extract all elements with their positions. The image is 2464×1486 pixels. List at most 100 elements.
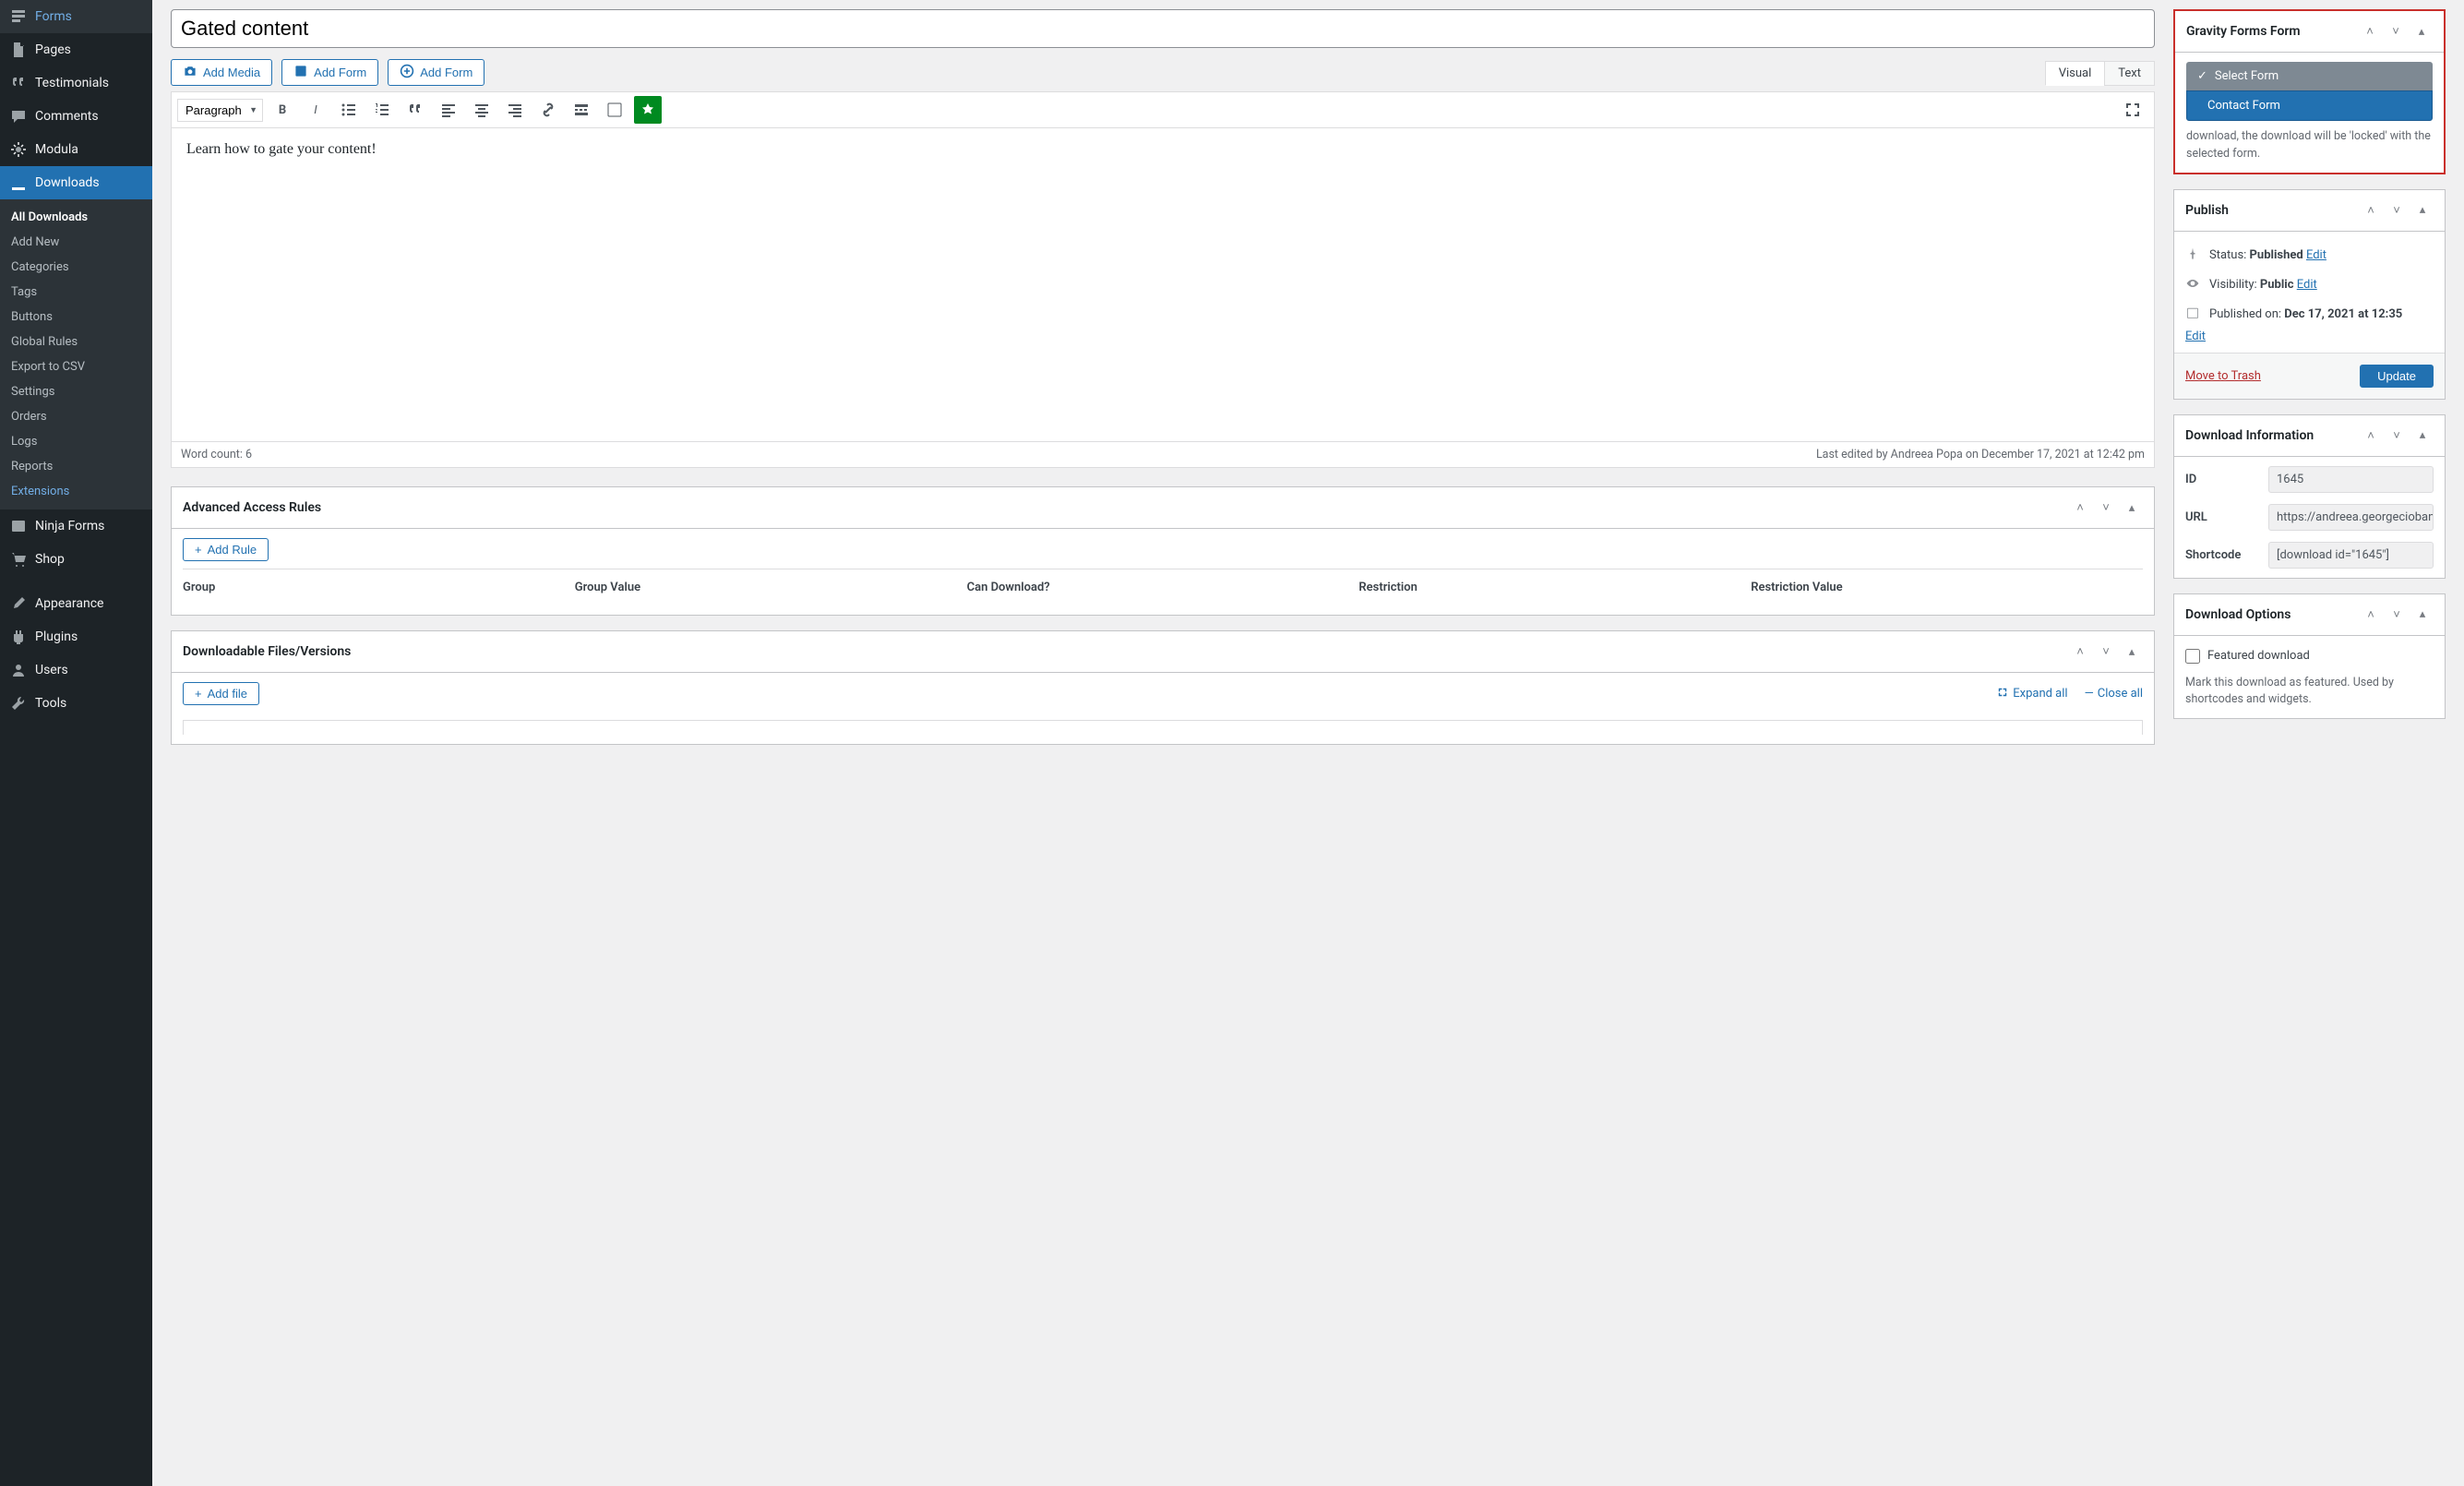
align-center-button[interactable] [468, 96, 496, 124]
paragraph-select[interactable]: Paragraph [177, 99, 263, 122]
post-title-input[interactable] [171, 9, 2155, 48]
move-up-icon[interactable]: ˄ [2360, 425, 2382, 447]
expand-all-link[interactable]: Expand all [1996, 686, 2067, 702]
plugin-icon [9, 628, 28, 646]
link-label: Expand all [2013, 687, 2067, 701]
move-down-icon[interactable]: ˅ [2386, 425, 2408, 447]
menu-comments[interactable]: Comments [0, 100, 152, 133]
ninja-icon [9, 517, 28, 535]
visibility-row: Visibility: Public Edit [2185, 270, 2434, 300]
text-tab[interactable]: Text [2104, 61, 2155, 86]
move-down-icon[interactable]: ˅ [2095, 641, 2117, 663]
toolbar-toggle-button[interactable] [601, 96, 628, 124]
move-to-trash-link[interactable]: Move to Trash [2185, 369, 2261, 383]
menu-forms[interactable]: Forms [0, 0, 152, 33]
form-select-dropdown[interactable]: ✓ Select Form Contact Form [2186, 62, 2433, 121]
fullscreen-button[interactable] [2119, 96, 2147, 124]
blockquote-button[interactable] [401, 96, 429, 124]
menu-label: Pages [35, 42, 71, 57]
update-button[interactable]: Update [2360, 365, 2434, 388]
metabox-title: Downloadable Files/Versions [183, 644, 351, 659]
modula-icon [9, 140, 28, 159]
toggle-icon[interactable]: ▴ [2121, 497, 2143, 519]
submenu-buttons[interactable]: Buttons [0, 305, 152, 330]
number-list-button[interactable] [368, 96, 396, 124]
url-label: URL [2185, 510, 2268, 524]
quote-icon [9, 74, 28, 92]
italic-button[interactable]: I [302, 96, 329, 124]
col-restriction: Restriction [1358, 581, 1751, 594]
add-rule-button[interactable]: + Add Rule [183, 538, 269, 561]
submenu-tags[interactable]: Tags [0, 280, 152, 305]
submenu-add-new[interactable]: Add New [0, 230, 152, 255]
bullet-list-button[interactable] [335, 96, 363, 124]
close-all-link[interactable]: — Close all [2085, 687, 2143, 701]
submenu-all-downloads[interactable]: All Downloads [0, 205, 152, 230]
toggle-icon[interactable]: ▴ [2411, 604, 2434, 626]
submenu-downloads: All Downloads Add New Categories Tags Bu… [0, 199, 152, 509]
special-button[interactable] [634, 96, 662, 124]
submenu-logs[interactable]: Logs [0, 429, 152, 454]
add-file-button[interactable]: + Add file [183, 682, 259, 705]
move-up-icon[interactable]: ˄ [2360, 604, 2382, 626]
user-icon [9, 661, 28, 679]
submenu-orders[interactable]: Orders [0, 404, 152, 429]
menu-users[interactable]: Users [0, 653, 152, 687]
menu-label: Appearance [35, 596, 103, 611]
editor-content[interactable]: Learn how to gate your content! [171, 128, 2155, 442]
submenu-extensions[interactable]: Extensions [0, 479, 152, 504]
menu-label: Modula [35, 142, 78, 157]
move-up-icon[interactable]: ˄ [2069, 641, 2091, 663]
move-down-icon[interactable]: ˅ [2386, 199, 2408, 222]
edit-visibility-link[interactable]: Edit [2297, 278, 2317, 292]
files-metabox: Downloadable Files/Versions ˄ ˅ ▴ + Add … [171, 630, 2155, 745]
move-down-icon[interactable]: ˅ [2385, 20, 2407, 42]
button-label: Add Rule [208, 543, 257, 557]
dropdown-option-contact[interactable]: Contact Form [2186, 90, 2433, 121]
submenu-settings[interactable]: Settings [0, 379, 152, 404]
menu-tools[interactable]: Tools [0, 687, 152, 720]
toggle-icon[interactable]: ▴ [2410, 20, 2433, 42]
readmore-button[interactable] [568, 96, 595, 124]
submenu-export-csv[interactable]: Export to CSV [0, 354, 152, 379]
word-count: Word count: 6 [181, 448, 252, 461]
menu-pages[interactable]: Pages [0, 33, 152, 66]
submenu-reports[interactable]: Reports [0, 454, 152, 479]
move-down-icon[interactable]: ˅ [2386, 604, 2408, 626]
add-media-button[interactable]: Add Media [171, 59, 272, 86]
shortcode-label: Shortcode [2185, 548, 2268, 562]
toggle-icon[interactable]: ▴ [2411, 199, 2434, 222]
featured-checkbox[interactable] [2185, 649, 2200, 664]
gravity-forms-metabox: Gravity Forms Form ˄ ˅ ▴ ✓ Select Form C… [2173, 9, 2446, 174]
menu-downloads[interactable]: Downloads [0, 166, 152, 199]
edit-date-link[interactable]: Edit [2185, 330, 2206, 343]
menu-plugins[interactable]: Plugins [0, 620, 152, 653]
help-text: download, the download will be 'locked' … [2186, 128, 2433, 163]
menu-label: Shop [35, 552, 65, 567]
link-button[interactable] [534, 96, 562, 124]
bold-button[interactable]: B [269, 96, 296, 124]
col-group-value: Group Value [575, 581, 967, 594]
submenu-global-rules[interactable]: Global Rules [0, 330, 152, 354]
move-up-icon[interactable]: ˄ [2359, 20, 2381, 42]
menu-label: Users [35, 663, 68, 677]
menu-modula[interactable]: Modula [0, 133, 152, 166]
menu-ninja-forms[interactable]: Ninja Forms [0, 509, 152, 543]
admin-sidebar: Forms Pages Testimonials Comments Modula… [0, 0, 152, 1486]
edit-status-link[interactable]: Edit [2306, 248, 2326, 262]
visual-tab[interactable]: Visual [2045, 61, 2106, 86]
link-label: Close all [2098, 687, 2143, 701]
add-form-button-1[interactable]: Add Form [281, 59, 378, 86]
align-left-button[interactable] [435, 96, 462, 124]
menu-appearance[interactable]: Appearance [0, 587, 152, 620]
align-right-button[interactable] [501, 96, 529, 124]
submenu-categories[interactable]: Categories [0, 255, 152, 280]
toggle-icon[interactable]: ▴ [2121, 641, 2143, 663]
add-form-button-2[interactable]: Add Form [388, 59, 484, 86]
toggle-icon[interactable]: ▴ [2411, 425, 2434, 447]
move-up-icon[interactable]: ˄ [2360, 199, 2382, 222]
menu-testimonials[interactable]: Testimonials [0, 66, 152, 100]
move-down-icon[interactable]: ˅ [2095, 497, 2117, 519]
move-up-icon[interactable]: ˄ [2069, 497, 2091, 519]
menu-shop[interactable]: Shop [0, 543, 152, 576]
